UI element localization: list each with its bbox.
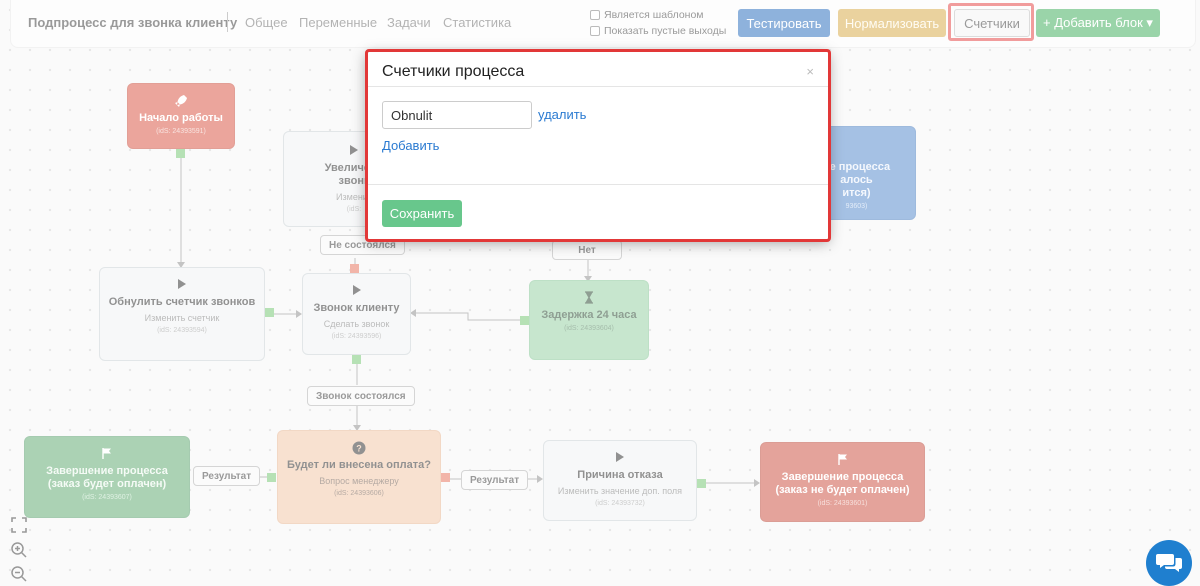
delete-counter-link[interactable]: удалить bbox=[538, 107, 586, 122]
close-icon[interactable]: × bbox=[806, 64, 814, 79]
modal-divider bbox=[366, 86, 829, 87]
modal-title: Счетчики процесса bbox=[382, 63, 525, 80]
add-counter-link[interactable]: Добавить bbox=[382, 138, 439, 153]
save-button[interactable]: Сохранить bbox=[382, 200, 462, 227]
modal-divider bbox=[366, 184, 829, 185]
counters-modal: Счетчики процесса × удалить Добавить Сох… bbox=[366, 51, 829, 240]
counter-name-input[interactable] bbox=[382, 101, 532, 129]
chat-icon[interactable] bbox=[1146, 540, 1192, 586]
